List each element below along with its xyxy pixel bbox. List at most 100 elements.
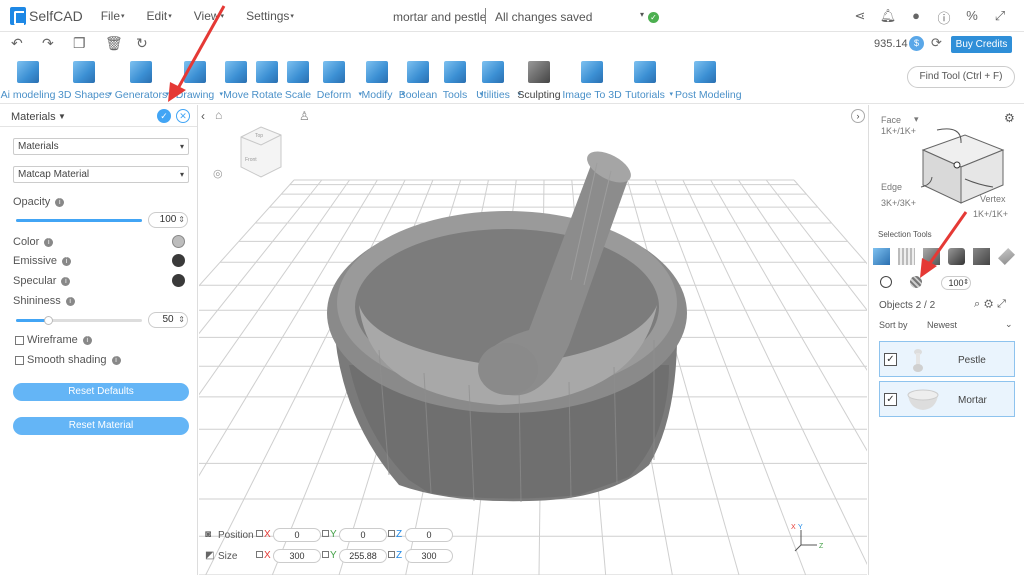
chevron-down-icon[interactable]: ▼ bbox=[58, 112, 66, 121]
shininess-slider[interactable] bbox=[16, 316, 142, 325]
reset-material-button[interactable]: Reset Material bbox=[13, 417, 189, 435]
object-item-pestle[interactable]: ✓ Pestle bbox=[879, 341, 1015, 377]
emissive-label: Emissive i bbox=[13, 255, 72, 267]
object-item-mortar[interactable]: ✓ Mortar bbox=[879, 381, 1015, 417]
main-toolbar: Ai modeling 3D Shapes ▾ Generators ▾ Drawing ▾… bbox=[0, 56, 1024, 104]
opacity-label: Opacity i bbox=[13, 196, 65, 208]
generators-icon bbox=[130, 61, 152, 83]
size-z-lock[interactable]: Z bbox=[388, 550, 402, 561]
percent-icon[interactable]: % bbox=[958, 8, 986, 27]
reset-icon[interactable]: ↻ bbox=[136, 35, 148, 52]
size-y-input[interactable]: 255.88 bbox=[339, 549, 387, 563]
tool-sculpting[interactable]: Sculpting bbox=[509, 56, 569, 104]
tool-post-modeling[interactable]: Post Modeling bbox=[675, 56, 742, 104]
top-right-icons: ⋖ 🔔︎ ● ⓘ % ⤢ bbox=[846, 8, 1014, 27]
position-x-lock[interactable]: X bbox=[256, 529, 271, 540]
chevron-down-icon[interactable]: ▾ bbox=[640, 10, 644, 19]
undo-icon[interactable]: ↶ bbox=[11, 35, 23, 52]
position-y-input[interactable]: 0 bbox=[339, 528, 387, 542]
expand-icon[interactable]: ⤢ bbox=[986, 8, 1014, 27]
material-category-select[interactable]: Materials bbox=[13, 138, 189, 155]
shininess-slider-handle[interactable] bbox=[43, 316, 53, 325]
search-icon[interactable]: ⌕ bbox=[974, 298, 984, 310]
buy-credits-button[interactable]: Buy Credits bbox=[951, 36, 1012, 53]
edge-mode-label[interactable]: Edge bbox=[881, 182, 902, 192]
position-y-lock[interactable]: Y bbox=[322, 529, 337, 540]
object-name: Mortar bbox=[958, 395, 987, 406]
pestle-checkbox[interactable]: ✓ bbox=[884, 353, 897, 366]
face-mode-label[interactable]: Face bbox=[881, 115, 901, 125]
emissive-swatch[interactable] bbox=[172, 254, 185, 267]
material-type-select[interactable]: Matcap Material bbox=[13, 166, 189, 183]
app-name: SelfCAD bbox=[29, 7, 83, 24]
close-button[interactable]: ✕ bbox=[176, 109, 190, 123]
color-swatch[interactable] bbox=[172, 235, 185, 248]
bell-icon[interactable]: 🔔︎ bbox=[874, 8, 902, 27]
reset-defaults-button[interactable]: Reset Defaults bbox=[13, 383, 189, 401]
collapse-right-panel-icon[interactable]: › bbox=[851, 109, 865, 123]
size-x-lock[interactable]: X bbox=[256, 550, 271, 561]
size-label: Size bbox=[218, 551, 238, 562]
share-icon[interactable]: ⋖ bbox=[846, 8, 874, 27]
title-divider bbox=[485, 8, 486, 24]
position-z-input[interactable]: 0 bbox=[405, 528, 453, 542]
home-icon[interactable]: ⌂ bbox=[215, 108, 222, 122]
copy-icon[interactable]: ❐ bbox=[73, 35, 86, 52]
color-label: Color i bbox=[13, 236, 54, 248]
chevron-down-icon[interactable]: ▾ bbox=[914, 114, 919, 125]
scene-canvas[interactable]: Top Front Y X Z bbox=[199, 105, 867, 575]
3d-viewport[interactable]: Top Front Y X Z ‹ ⌂ ♙ › ◎ bbox=[199, 105, 867, 575]
select-vertices-icon[interactable] bbox=[973, 248, 990, 265]
tool-3d-shapes[interactable]: 3D Shapes ▾ bbox=[54, 56, 114, 104]
opacity-slider[interactable] bbox=[16, 219, 142, 222]
refresh-icon[interactable]: ⟳ bbox=[931, 35, 942, 51]
size-z-input[interactable]: 300 bbox=[405, 549, 453, 563]
size-x-input[interactable]: 300 bbox=[273, 549, 321, 563]
menu-file[interactable]: File▾ bbox=[101, 9, 125, 23]
info-icon: i bbox=[111, 356, 121, 365]
specular-swatch[interactable] bbox=[172, 274, 185, 287]
opacity-input[interactable]: 100 bbox=[148, 212, 188, 228]
app-logo[interactable]: SelfCAD bbox=[10, 6, 83, 25]
vertex-mode-label[interactable]: Vertex bbox=[980, 194, 1006, 204]
select-radio[interactable] bbox=[880, 276, 892, 288]
user-icon[interactable]: ● bbox=[902, 8, 930, 27]
camera-person-icon[interactable]: ♙ bbox=[299, 109, 310, 123]
tool-ai-modeling[interactable]: Ai modeling bbox=[0, 56, 58, 104]
mortar-checkbox[interactable]: ✓ bbox=[884, 393, 897, 406]
position-x-input[interactable]: 0 bbox=[273, 528, 321, 542]
selection-mode-cube[interactable] bbox=[917, 125, 1012, 205]
size-y-lock[interactable]: Y bbox=[322, 550, 337, 561]
info-icon[interactable]: ⓘ bbox=[930, 8, 958, 27]
object-tools: ⌕⚙⤢ bbox=[974, 298, 1010, 311]
select-brush-icon[interactable] bbox=[998, 248, 1015, 265]
grid-line bbox=[654, 179, 807, 575]
chevron-down-icon[interactable]: ▾ bbox=[669, 90, 673, 98]
specular-label: Specular i bbox=[13, 275, 71, 287]
gear-icon[interactable]: ⚙ bbox=[984, 298, 997, 310]
save-status: All changes saved bbox=[495, 10, 593, 24]
confirm-button[interactable]: ✓ bbox=[157, 109, 171, 123]
select-object-icon[interactable] bbox=[873, 248, 890, 265]
wireframe-checkbox[interactable] bbox=[15, 336, 24, 345]
expand-icon[interactable]: ⤢ bbox=[997, 298, 1010, 310]
find-tool-input[interactable]: Find Tool (Ctrl + F) bbox=[907, 66, 1015, 88]
menu-settings[interactable]: Settings▾ bbox=[246, 9, 294, 23]
tool-tutorials[interactable]: Tutorials ▾ bbox=[615, 56, 675, 104]
annotation-arrow bbox=[920, 211, 968, 278]
collapse-left-panel-icon[interactable]: ‹ bbox=[201, 109, 205, 123]
view-cube[interactable]: Top Front bbox=[240, 126, 282, 178]
document-title[interactable]: mortar and pestle bbox=[393, 10, 486, 24]
chevron-down-icon[interactable]: ⌄ bbox=[1005, 319, 1013, 330]
sort-select[interactable]: Newest bbox=[927, 320, 957, 330]
position-z-lock[interactable]: Z bbox=[388, 529, 402, 540]
shininess-input[interactable]: 50 bbox=[148, 312, 188, 328]
tool-image-to-3d[interactable]: Image To 3D bbox=[562, 56, 622, 104]
gear-icon[interactable]: ⚙ bbox=[1004, 111, 1015, 125]
trash-icon[interactable]: 🗑︎ bbox=[105, 35, 123, 52]
orbit-icon[interactable]: ◎ bbox=[213, 167, 223, 180]
grid-line bbox=[738, 179, 867, 371]
redo-icon[interactable]: ↷ bbox=[42, 35, 54, 52]
object-name: Pestle bbox=[958, 355, 986, 366]
smooth-shading-checkbox[interactable] bbox=[15, 356, 24, 365]
